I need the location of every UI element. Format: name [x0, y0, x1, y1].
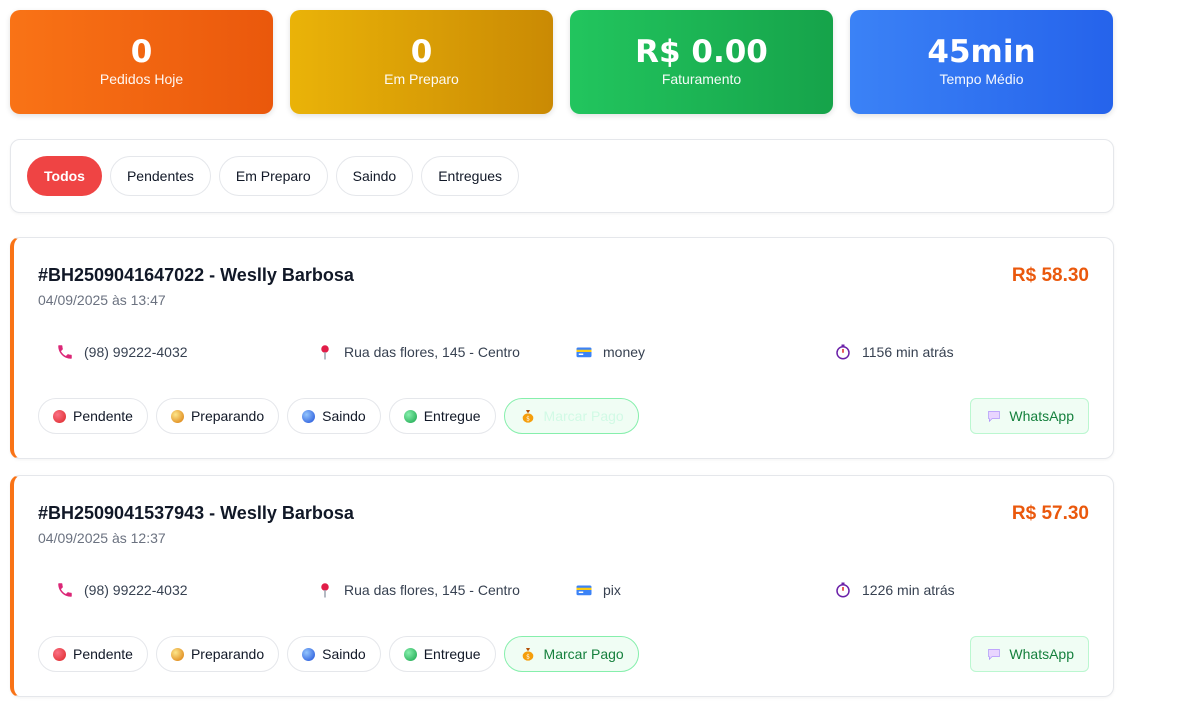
order-payment: pix: [575, 581, 621, 599]
blue-circle-icon: [302, 647, 316, 661]
money-bag-icon: $: [519, 407, 537, 425]
mark-paid-button[interactable]: $ Marcar Pago: [503, 636, 639, 672]
filter-todos[interactable]: Todos: [27, 156, 102, 196]
stat-label: Pedidos Hoje: [99, 71, 184, 87]
status-entregue-button[interactable]: Entregue: [388, 636, 496, 672]
order-title: #BH2509041537943 - Weslly Barbosa: [38, 503, 354, 523]
phone-icon: [56, 343, 74, 361]
address-text: Rua das flores, 145 - Centro: [344, 344, 520, 360]
address-text: Rua das flores, 145 - Centro: [344, 582, 520, 598]
button-label: Preparando: [190, 646, 265, 662]
chat-bubble-icon: [985, 407, 1003, 425]
stat-value: 0: [130, 34, 153, 70]
filter-pendentes[interactable]: Pendentes: [109, 156, 211, 196]
stat-label: Faturamento: [661, 71, 742, 87]
button-label: WhatsApp: [1009, 408, 1074, 424]
button-label: Saindo: [322, 646, 366, 662]
stat-card-average-time: 45min Tempo Médio: [850, 10, 1113, 114]
button-label: Entregue: [423, 646, 481, 662]
order-date: 04/09/2025 às 12:37: [38, 530, 166, 546]
button-label: Pendente: [73, 408, 133, 424]
button-label: Marcar Pago: [543, 646, 624, 662]
chat-bubble-icon: [985, 645, 1003, 663]
stat-value: R$ 0.00: [635, 34, 768, 70]
elapsed-text: 1226 min atrás: [862, 582, 955, 598]
filter-em-preparo[interactable]: Em Preparo: [218, 156, 328, 196]
filter-bar: Todos Pendentes Em Preparo Saindo Entreg…: [10, 139, 1114, 213]
stat-value: 0: [410, 34, 433, 70]
credit-card-icon: [575, 581, 593, 599]
filter-entregues[interactable]: Entregues: [421, 156, 520, 196]
stat-card-in-preparation: 0 Em Preparo: [290, 10, 553, 114]
green-circle-icon: [403, 647, 417, 661]
stat-label: Tempo Médio: [939, 71, 1024, 87]
phone-text: (98) 99222-4032: [84, 582, 188, 598]
red-circle-icon: [53, 409, 66, 423]
order-actions: Pendente Preparando Saindo Entregue $ Ma…: [38, 398, 639, 434]
stat-value: 45min: [927, 34, 1036, 70]
order-title: #BH2509041647022 - Weslly Barbosa: [38, 265, 354, 285]
button-label: Pendente: [73, 646, 133, 662]
green-circle-icon: [403, 409, 417, 423]
whatsapp-button[interactable]: WhatsApp: [970, 398, 1089, 434]
blue-circle-icon: [302, 409, 316, 423]
order-price: R$ 58.30: [1011, 265, 1089, 286]
status-saindo-button[interactable]: Saindo: [287, 636, 381, 672]
status-preparando-button[interactable]: Preparando: [155, 398, 280, 434]
stopwatch-icon: [834, 343, 852, 361]
location-pin-icon: [316, 343, 334, 361]
elapsed-text: 1156 min atrás: [862, 344, 954, 360]
credit-card-icon: [575, 343, 593, 361]
button-label: Marcar Pago: [543, 408, 624, 424]
order-actions: Pendente Preparando Saindo Entregue $ Ma…: [38, 636, 639, 672]
status-entregue-button[interactable]: Entregue: [388, 398, 496, 434]
button-label: Preparando: [190, 408, 265, 424]
payment-text: pix: [603, 582, 621, 598]
svg-text:$: $: [526, 416, 530, 423]
order-card: #BH2509041647022 - Weslly Barbosa 04/09/…: [10, 237, 1114, 459]
order-elapsed: 1156 min atrás: [834, 343, 954, 361]
stat-card-revenue: R$ 0.00 Faturamento: [570, 10, 833, 114]
yellow-circle-icon: [170, 409, 184, 423]
stat-label: Em Preparo: [384, 71, 459, 87]
order-phone: (98) 99222-4032: [56, 343, 188, 361]
red-circle-icon: [53, 647, 66, 661]
status-saindo-button[interactable]: Saindo: [287, 398, 381, 434]
order-payment: money: [575, 343, 645, 361]
order-date: 04/09/2025 às 13:47: [38, 292, 166, 308]
payment-text: money: [603, 344, 646, 360]
phone-text: (98) 99222-4032: [84, 344, 188, 360]
order-elapsed: 1226 min atrás: [834, 581, 955, 599]
button-label: WhatsApp: [1009, 646, 1074, 662]
svg-text:$: $: [526, 654, 530, 661]
order-card: #BH2509041537943 - Weslly Barbosa 04/09/…: [10, 475, 1114, 697]
whatsapp-button[interactable]: WhatsApp: [970, 636, 1089, 672]
location-pin-icon: [316, 581, 334, 599]
phone-icon: [56, 581, 74, 599]
mark-paid-button[interactable]: $ Marcar Pago: [503, 398, 639, 434]
status-pendente-button[interactable]: Pendente: [38, 398, 148, 434]
order-address: Rua das flores, 145 - Centro: [316, 581, 520, 599]
order-price: R$ 57.30: [1011, 503, 1089, 524]
stats-row: 0 Pedidos Hoje 0 Em Preparo R$ 0.00 Fatu…: [10, 10, 1113, 114]
stopwatch-icon: [834, 581, 852, 599]
status-preparando-button[interactable]: Preparando: [155, 636, 280, 672]
filter-saindo[interactable]: Saindo: [335, 156, 414, 196]
stat-card-orders-today: 0 Pedidos Hoje: [10, 10, 273, 114]
status-pendente-button[interactable]: Pendente: [38, 636, 148, 672]
money-bag-icon: $: [519, 645, 537, 663]
button-label: Entregue: [423, 408, 481, 424]
order-address: Rua das flores, 145 - Centro: [316, 343, 520, 361]
order-phone: (98) 99222-4032: [56, 581, 188, 599]
yellow-circle-icon: [170, 647, 184, 661]
button-label: Saindo: [322, 408, 366, 424]
